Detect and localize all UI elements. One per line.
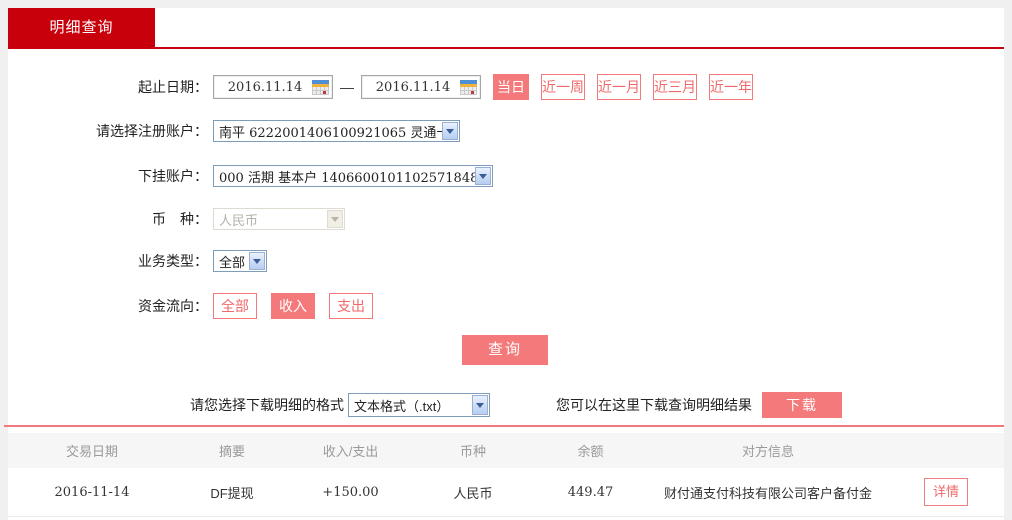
download-format-select[interactable]: 文本格式（.txt）	[348, 393, 490, 417]
row-amount: +150.00	[322, 484, 379, 500]
section-divider	[4, 425, 1004, 427]
quick-range-year-button[interactable]: 近一年	[709, 74, 753, 100]
chevron-down-icon[interactable]	[442, 122, 458, 140]
date-range-label: 起止日期：	[138, 79, 208, 95]
fund-flow-label: 资金流向：	[138, 298, 208, 314]
sub-account-value: 000 活期 基本户 1406600101102571848	[219, 170, 479, 186]
download-hint: 您可以在这里下载查询明细结果	[556, 397, 752, 413]
currency-select: 人民币	[213, 208, 345, 230]
row-summary: DF提现	[210, 485, 254, 501]
fund-flow-row: 资金流向： 全部 收入 支出	[8, 293, 1004, 319]
tab-detail-query[interactable]: 明细查询	[8, 8, 155, 47]
business-type-select[interactable]: 全部	[213, 250, 267, 272]
chevron-down-icon[interactable]	[472, 395, 488, 415]
register-account-row: 请选择注册账户： 南平 6222001406100921065 灵通卡	[8, 120, 1004, 142]
table-header: 交易日期 摘要 收入/支出 币种 余额 对方信息	[8, 433, 1004, 468]
sub-account-row: 下挂账户： 000 活期 基本户 1406600101102571848	[8, 165, 1004, 187]
query-button[interactable]: 查询	[462, 335, 548, 365]
register-account-label: 请选择注册账户：	[96, 123, 208, 139]
tab-underline	[8, 47, 1004, 49]
row-balance: 449.47	[567, 484, 614, 500]
sub-account-select[interactable]: 000 活期 基本户 1406600101102571848	[213, 165, 493, 187]
download-row: 请您选择下载明细的格式 文本格式（.txt） 您可以在这里下载查询明细结果 下载	[190, 392, 842, 418]
business-type-row: 业务类型： 全部	[8, 250, 1004, 272]
register-account-value: 南平 6222001406100921065 灵通卡	[219, 125, 450, 141]
detail-button[interactable]: 详情	[924, 478, 968, 506]
calendar-icon[interactable]	[312, 80, 329, 95]
quick-range-week-button[interactable]: 近一周	[541, 74, 585, 100]
sub-account-label: 下挂账户：	[138, 168, 208, 184]
date-range-row: 起止日期： 2016.11.14 — 2016.11.14 当日 近一周 近一月…	[8, 74, 1004, 100]
chevron-down-icon[interactable]	[249, 252, 265, 270]
download-format-value: 文本格式（.txt）	[354, 398, 450, 414]
quick-range-month-button[interactable]: 近一月	[597, 74, 641, 100]
fund-flow-income-button[interactable]: 收入	[271, 293, 315, 319]
table-row: 2016-11-14 DF提现 +150.00 人民币 449.47 财付通支付…	[8, 468, 1004, 517]
currency-label: 币 种：	[152, 211, 208, 227]
end-date-input[interactable]: 2016.11.14	[361, 75, 481, 99]
register-account-select[interactable]: 南平 6222001406100921065 灵通卡	[213, 120, 460, 142]
currency-row: 币 种： 人民币	[8, 208, 1004, 230]
header-date: 交易日期	[65, 444, 118, 459]
content-panel: 明细查询 起止日期： 2016.11.14 — 2016.11.14 当日 近一…	[4, 8, 1004, 520]
chevron-down-icon[interactable]	[475, 167, 491, 185]
header-balance: 余额	[577, 444, 604, 459]
fund-flow-all-button[interactable]: 全部	[213, 293, 257, 319]
header-counterparty: 对方信息	[741, 444, 794, 459]
header-currency: 币种	[459, 444, 486, 459]
download-button[interactable]: 下载	[762, 392, 842, 418]
calendar-icon[interactable]	[460, 80, 477, 95]
business-type-label: 业务类型：	[138, 253, 208, 269]
chevron-down-icon	[327, 210, 343, 228]
quick-range-quarter-button[interactable]: 近三月	[653, 74, 697, 100]
download-format-label: 请您选择下载明细的格式	[190, 397, 344, 413]
currency-value: 人民币	[219, 212, 259, 228]
fund-flow-expense-button[interactable]: 支出	[329, 293, 373, 319]
row-date: 2016-11-14	[54, 484, 130, 500]
row-currency: 人民币	[453, 485, 493, 501]
header-amount: 收入/支出	[322, 444, 379, 459]
header-summary: 摘要	[218, 444, 245, 459]
quick-range-today-button[interactable]: 当日	[493, 74, 529, 100]
row-counterparty: 财付通支付科技有限公司客户备付金	[663, 485, 872, 501]
start-date-input[interactable]: 2016.11.14	[213, 75, 333, 99]
date-range-separator: —	[340, 79, 354, 95]
